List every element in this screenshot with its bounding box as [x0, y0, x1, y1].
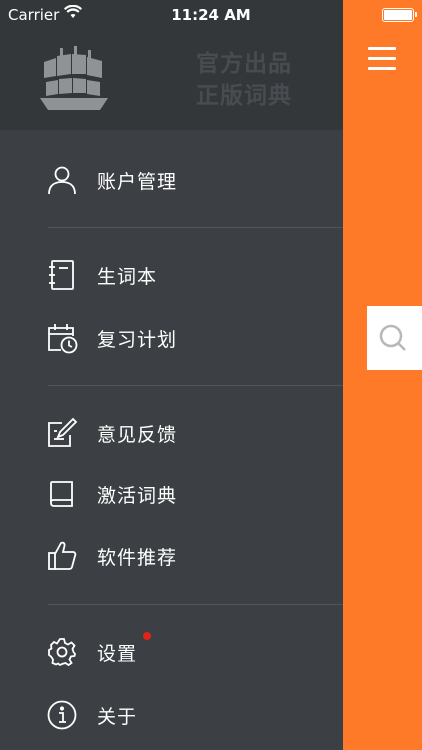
battery-icon: [382, 8, 417, 22]
menu-item-recommend[interactable]: 软件推荐: [0, 528, 343, 584]
menu-item-settings[interactable]: 设置: [0, 624, 343, 680]
menu-item-activate[interactable]: 激活词典: [0, 466, 343, 522]
edit-icon: [48, 417, 78, 447]
gear-icon: [48, 638, 76, 667]
menu-item-settings-label: 设置: [97, 643, 138, 665]
menu-item-account[interactable]: 账户管理: [0, 152, 343, 208]
thumbs-up-icon: [48, 541, 77, 570]
book-icon: [50, 481, 73, 507]
menu-item-about[interactable]: 关于: [0, 687, 343, 743]
notebook-icon: [49, 260, 74, 290]
menu-item-feedback[interactable]: 意见反馈: [0, 405, 343, 461]
ship-logo-icon: [40, 46, 108, 110]
menu-item-review-plan-label: 复习计划: [97, 329, 178, 351]
menu-item-feedback-label: 意见反馈: [97, 424, 178, 446]
clock: 11:24 AM: [171, 6, 251, 24]
divider: [48, 604, 343, 605]
settings-notification-badge: [143, 632, 151, 640]
divider: [48, 385, 343, 386]
calendar-clock-icon: [48, 324, 78, 354]
divider: [48, 227, 343, 228]
menu-item-wordbook-label: 生词本: [97, 266, 158, 288]
menu-item-recommend-label: 软件推荐: [97, 547, 178, 569]
main-content-peek[interactable]: [343, 0, 422, 750]
slogan-line-1: 官方出品: [196, 51, 292, 77]
menu-item-wordbook[interactable]: 生词本: [0, 247, 343, 303]
slogan: 官方出品 正版词典: [196, 48, 292, 112]
slogan-line-2: 正版词典: [196, 83, 292, 109]
user-icon: [48, 166, 76, 195]
menu-item-review-plan[interactable]: 复习计划: [0, 310, 343, 366]
menu-item-activate-label: 激活词典: [97, 485, 178, 507]
status-bar: Carrier 11:24 AM: [0, 0, 422, 30]
menu-item-account-label: 账户管理: [97, 171, 178, 193]
menu-item-about-label: 关于: [97, 706, 138, 728]
search-icon: [379, 324, 406, 351]
info-icon: [47, 700, 77, 730]
search-button[interactable]: [367, 306, 422, 370]
hamburger-menu-icon[interactable]: [368, 44, 398, 74]
